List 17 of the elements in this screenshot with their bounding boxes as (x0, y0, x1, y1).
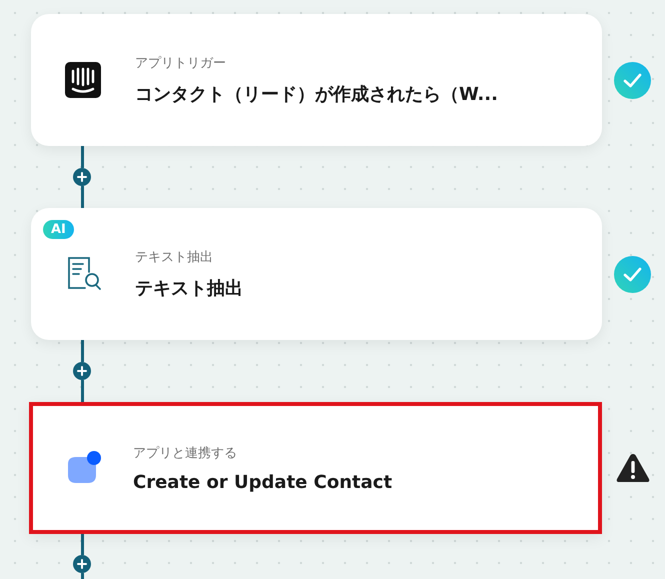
chat-app-icon (65, 62, 101, 98)
plus-icon (77, 172, 87, 182)
add-step-button[interactable] (73, 555, 91, 573)
step-title: コンタクト（リード）が作成されたら（W... (135, 83, 498, 106)
step-type: アプリと連携する (133, 444, 238, 462)
add-step-button[interactable] (73, 168, 91, 186)
step-type: アプリトリガー (135, 55, 227, 72)
step-title: テキスト抽出 (135, 277, 243, 300)
step-card[interactable]: アプリトリガー コンタクト（リード）が作成されたら（W... (31, 14, 602, 146)
ai-badge: AI (43, 220, 74, 239)
step-card[interactable]: AI テキスト抽出 テキスト抽出 (31, 208, 602, 340)
step-type: テキスト抽出 (135, 249, 214, 266)
plus-icon (77, 366, 87, 376)
add-step-button[interactable] (73, 362, 91, 380)
plus-icon (77, 559, 87, 569)
step-title: Create or Update Contact (133, 472, 392, 492)
step-card[interactable]: アプリと連携する Create or Update Contact (29, 402, 602, 534)
